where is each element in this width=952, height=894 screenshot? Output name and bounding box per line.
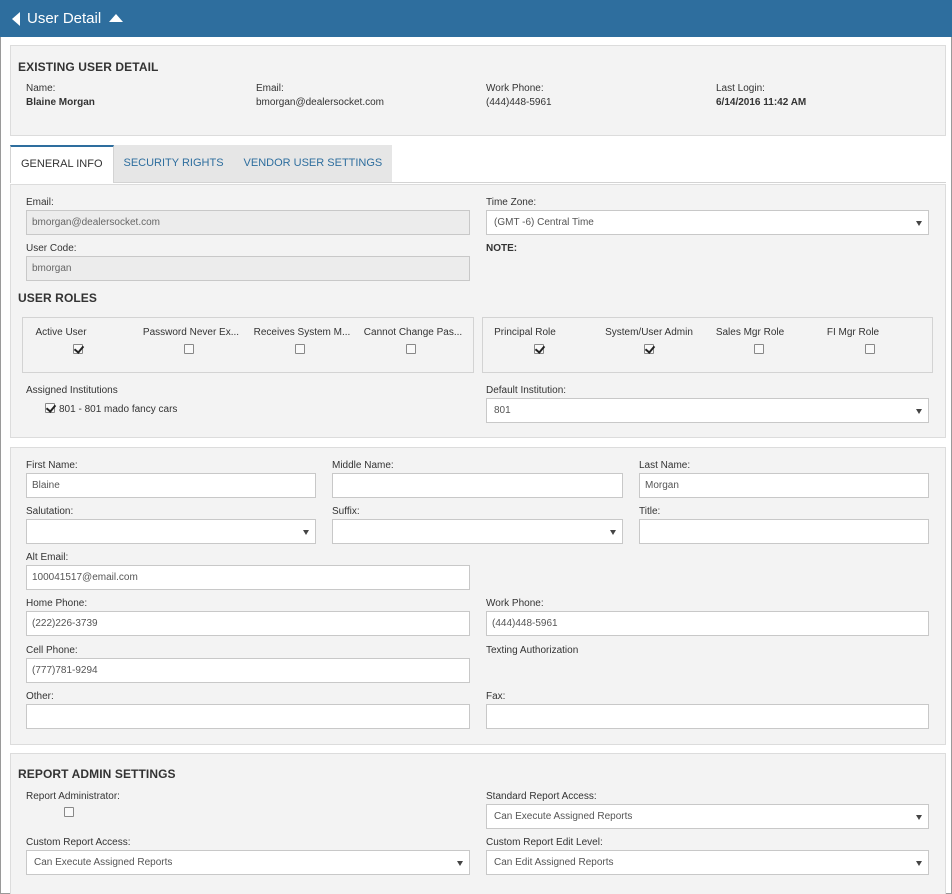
title-label: Title: bbox=[639, 506, 661, 517]
chevron-down-icon bbox=[916, 861, 922, 866]
alt-email-label: Alt Email: bbox=[26, 552, 69, 563]
default-institution-label: Default Institution: bbox=[486, 385, 567, 396]
cell-phone-label: Cell Phone: bbox=[26, 645, 78, 656]
middle-name-field[interactable] bbox=[332, 473, 623, 498]
role-checkbox-password-never-expires[interactable] bbox=[184, 344, 194, 354]
fax-label: Fax: bbox=[486, 691, 506, 702]
report-administrator-label: Report Administrator: bbox=[26, 791, 120, 802]
texting-authorization-label: Texting Authorization bbox=[486, 645, 579, 656]
user-roles-title: USER ROLES bbox=[18, 291, 98, 305]
role-label-principal-role: Principal Role bbox=[494, 327, 556, 338]
user-code-field[interactable]: bmorgan bbox=[26, 256, 470, 281]
work-phone-label: Work Phone: bbox=[486, 83, 544, 94]
default-institution-value: 801 bbox=[494, 405, 511, 416]
chevron-down-icon bbox=[916, 815, 922, 820]
email-value: bmorgan@dealersocket.com bbox=[256, 97, 384, 108]
custom-report-edit-level-value: Can Edit Assigned Reports bbox=[494, 857, 614, 868]
home-phone-field[interactable]: (222)226-3739 bbox=[26, 611, 470, 636]
work-phone-value: (444)448-5961 bbox=[486, 97, 552, 108]
tab-security-rights[interactable]: SECURITY RIGHTS bbox=[113, 145, 234, 183]
suffix-label: Suffix: bbox=[332, 506, 360, 517]
tab-divider bbox=[354, 182, 946, 183]
time-zone-label: Time Zone: bbox=[486, 197, 537, 208]
existing-user-panel: EXISTING USER DETAIL Name: Blaine Morgan… bbox=[10, 45, 946, 136]
last-login-value: 6/14/2016 11:42 AM bbox=[716, 97, 807, 108]
chevron-down-icon bbox=[916, 409, 922, 414]
top-bar: User Detail bbox=[0, 0, 952, 37]
role-label-active-user: Active User bbox=[35, 327, 87, 338]
first-name-field[interactable]: Blaine bbox=[26, 473, 316, 498]
role-label-system-user-admin: System/User Admin bbox=[605, 327, 693, 338]
assigned-institution-checkbox[interactable] bbox=[45, 403, 55, 413]
back-arrow-icon[interactable] bbox=[12, 11, 20, 26]
standard-report-access-select[interactable]: Can Execute Assigned Reports bbox=[486, 804, 929, 829]
cell-phone-field[interactable]: (777)781-9294 bbox=[26, 658, 470, 683]
name-value: Blaine Morgan bbox=[26, 97, 95, 108]
email-label: Email: bbox=[256, 83, 284, 94]
salutation-label: Salutation: bbox=[26, 506, 74, 517]
user-roles-right-group: Principal Role System/User Admin Sales M… bbox=[482, 317, 933, 373]
other-label: Other: bbox=[26, 691, 54, 702]
user-roles-left-group: Active User Password Never Ex... Receive… bbox=[22, 317, 474, 373]
role-checkbox-cannot-change-password[interactable] bbox=[406, 344, 416, 354]
role-checkbox-active-user[interactable] bbox=[73, 344, 83, 354]
email-field-label: Email: bbox=[26, 197, 54, 208]
role-checkbox-system-user-admin[interactable] bbox=[644, 344, 654, 354]
tab-bar: GENERAL INFO SECURITY RIGHTS VENDOR USER… bbox=[10, 145, 393, 183]
role-label-fi-mgr-role: FI Mgr Role bbox=[826, 327, 880, 338]
chevron-down-icon bbox=[610, 530, 616, 535]
note-label: NOTE: bbox=[486, 243, 518, 254]
role-checkbox-principal-role[interactable] bbox=[534, 344, 544, 354]
role-checkbox-receives-system-messages[interactable] bbox=[295, 344, 305, 354]
other-field[interactable] bbox=[26, 704, 470, 729]
custom-report-edit-level-select[interactable]: Can Edit Assigned Reports bbox=[486, 850, 929, 875]
user-code-label: User Code: bbox=[26, 243, 77, 254]
page-title: User Detail bbox=[27, 10, 102, 27]
suffix-select[interactable] bbox=[332, 519, 623, 544]
work-phone-field[interactable]: (444)448-5961 bbox=[486, 611, 929, 636]
middle-name-label: Middle Name: bbox=[332, 460, 394, 471]
custom-report-access-value: Can Execute Assigned Reports bbox=[34, 857, 173, 868]
role-label-cannot-change-password: Cannot Change Pas... bbox=[363, 327, 463, 338]
tab-general-info[interactable]: GENERAL INFO bbox=[10, 145, 114, 183]
first-name-label: First Name: bbox=[26, 460, 78, 471]
tab-vendor-user-settings[interactable]: VENDOR USER SETTINGS bbox=[233, 145, 393, 183]
report-administrator-checkbox[interactable] bbox=[64, 807, 74, 817]
role-checkbox-sales-mgr-role[interactable] bbox=[754, 344, 764, 354]
role-checkbox-fi-mgr-role[interactable] bbox=[865, 344, 875, 354]
chevron-down-icon bbox=[457, 861, 463, 866]
last-name-field[interactable]: Morgan bbox=[639, 473, 929, 498]
role-label-sales-mgr-role: Sales Mgr Role bbox=[715, 327, 785, 338]
role-label-receives-system-messages: Receives System M... bbox=[253, 327, 351, 338]
standard-report-access-value: Can Execute Assigned Reports bbox=[494, 811, 633, 822]
alt-email-field[interactable]: 100041517@email.com bbox=[26, 565, 470, 590]
report-admin-title: REPORT ADMIN SETTINGS bbox=[18, 767, 176, 781]
name-label: Name: bbox=[26, 83, 56, 94]
chevron-down-icon bbox=[303, 530, 309, 535]
chevron-down-icon bbox=[916, 221, 922, 226]
work-phone-field-label: Work Phone: bbox=[486, 598, 544, 609]
role-label-password-never-expires: Password Never Ex... bbox=[142, 327, 240, 338]
standard-report-access-label: Standard Report Access: bbox=[486, 791, 597, 802]
collapse-caret-icon[interactable] bbox=[109, 13, 124, 22]
custom-report-edit-level-label: Custom Report Edit Level: bbox=[486, 837, 603, 848]
fax-field[interactable] bbox=[486, 704, 929, 729]
salutation-select[interactable] bbox=[26, 519, 316, 544]
existing-user-title: EXISTING USER DETAIL bbox=[18, 60, 159, 74]
title-field[interactable] bbox=[639, 519, 929, 544]
time-zone-value: (GMT -6) Central Time bbox=[494, 217, 594, 228]
time-zone-select[interactable]: (GMT -6) Central Time bbox=[486, 210, 929, 235]
assigned-institutions-label: Assigned Institutions bbox=[26, 385, 118, 396]
home-phone-label: Home Phone: bbox=[26, 598, 88, 609]
last-name-label: Last Name: bbox=[639, 460, 691, 471]
last-login-label: Last Login: bbox=[716, 83, 765, 94]
custom-report-access-label: Custom Report Access: bbox=[26, 837, 131, 848]
custom-report-access-select[interactable]: Can Execute Assigned Reports bbox=[26, 850, 470, 875]
default-institution-select[interactable]: 801 bbox=[486, 398, 929, 423]
assigned-institution-label: 801 - 801 mado fancy cars bbox=[59, 404, 178, 415]
email-field[interactable]: bmorgan@dealersocket.com bbox=[26, 210, 470, 235]
